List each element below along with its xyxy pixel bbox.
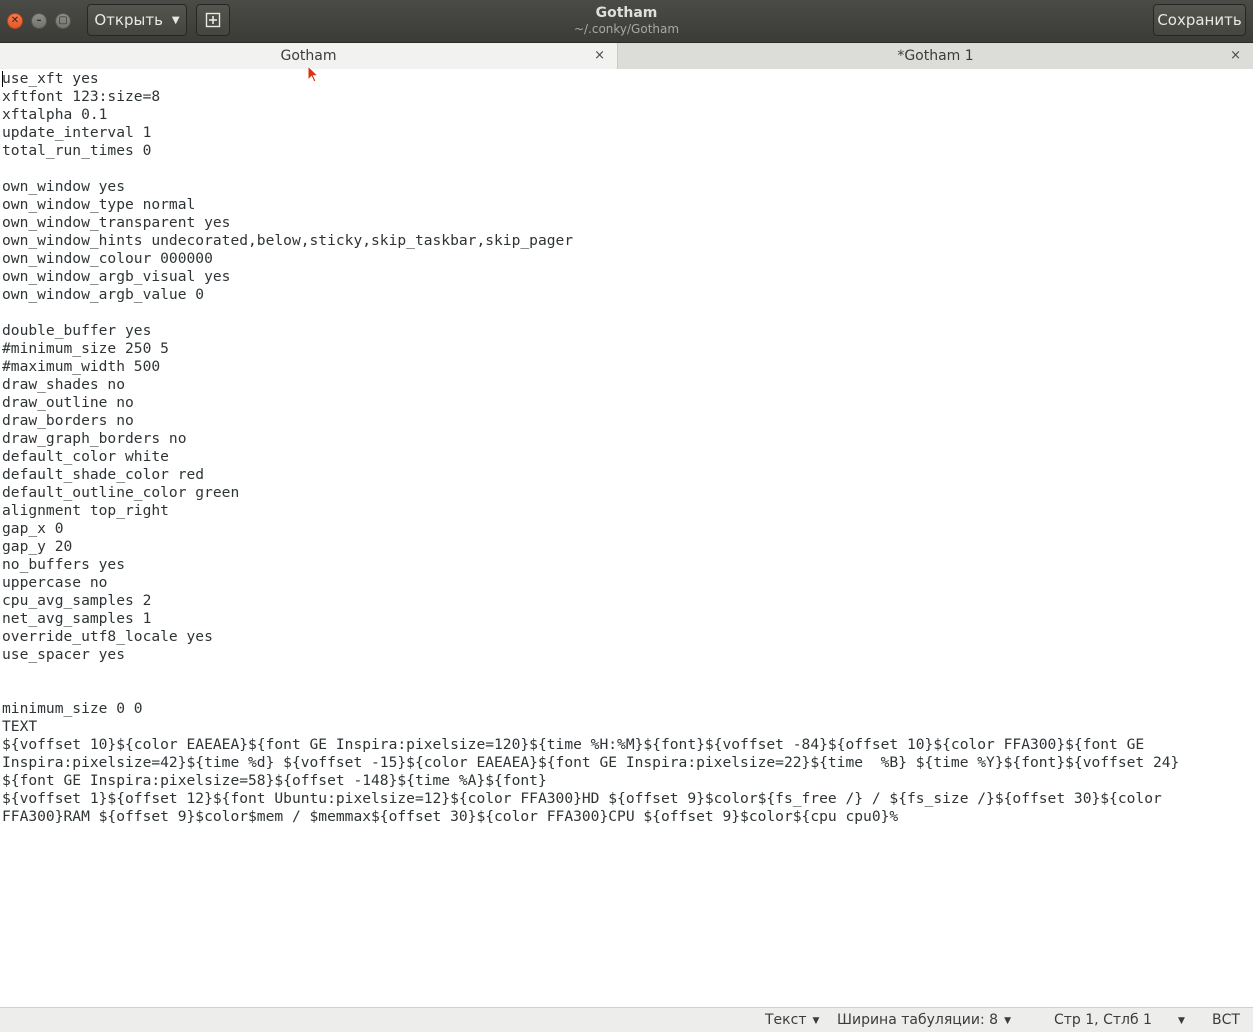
close-icon[interactable]: × (1230, 48, 1241, 63)
code-line[interactable]: override_utf8_locale yes (2, 628, 1179, 646)
chevron-down-icon: ▼ (812, 1016, 820, 1026)
chevron-down-icon: ▼ (1004, 1016, 1011, 1026)
code-line[interactable]: Inspira:pixelsize=42}${time %d} ${voffse… (2, 754, 1179, 772)
code-line[interactable]: update_interval 1 (2, 124, 1179, 142)
tab-width-label: Ширина табуляции: 8 (837, 1012, 999, 1028)
window-subtitle: ~/.conky/Gotham (573, 22, 680, 36)
code-line[interactable]: net_avg_samples 1 (2, 610, 1179, 628)
code-line[interactable]: xftfont 123:size=8 (2, 88, 1179, 106)
tab-label: *Gotham 1 (897, 48, 974, 64)
code-line[interactable]: default_outline_color green (2, 484, 1179, 502)
code-line[interactable]: use_xft yes (2, 70, 1179, 88)
code-line[interactable]: use_spacer yes (2, 646, 1179, 664)
language-selector[interactable]: Текст ▼ (765, 1012, 819, 1028)
tab-label: Gotham (280, 48, 337, 64)
code-line[interactable]: own_window_type normal (2, 196, 1179, 214)
code-line[interactable]: default_shade_color red (2, 466, 1179, 484)
code-line[interactable]: own_window_argb_visual yes (2, 268, 1179, 286)
code-line[interactable]: double_buffer yes (2, 322, 1179, 340)
code-line[interactable]: own_window_argb_value 0 (2, 286, 1179, 304)
code-line[interactable]: total_run_times 0 (2, 142, 1179, 160)
tab-width-selector[interactable]: Ширина табуляции: 8 ▼ (837, 1012, 1011, 1028)
text-editor[interactable]: use_xft yes xftfont 123:size=8 xftalpha 0.… (0, 69, 1253, 1007)
position-dropdown[interactable]: ▼ (1172, 1012, 1185, 1028)
tab-bar: Gotham × *Gotham 1 × (0, 43, 1253, 69)
chevron-down-icon: ▼ (1178, 1016, 1185, 1026)
code-line[interactable]: own_window yes (2, 178, 1179, 196)
text-cursor (2, 71, 3, 87)
code-line[interactable] (2, 304, 1179, 322)
code-line[interactable]: draw_borders no (2, 412, 1179, 430)
code-line[interactable]: own_window_hints undecorated,below,stick… (2, 232, 1179, 250)
code-line[interactable]: draw_shades no (2, 376, 1179, 394)
code-line[interactable]: own_window_colour 000000 (2, 250, 1179, 268)
insert-mode-label: ВСТ (1212, 1012, 1240, 1028)
code-line[interactable]: draw_graph_borders no (2, 430, 1179, 448)
language-label: Текст (765, 1012, 807, 1028)
editor-content[interactable]: use_xft yes xftfont 123:size=8 xftalpha 0.… (2, 70, 1179, 826)
code-line[interactable]: ${voffset 10}${color EAEAEA}${font GE In… (2, 736, 1179, 754)
code-line[interactable]: #maximum_width 500 (2, 358, 1179, 376)
code-line[interactable]: draw_outline no (2, 394, 1179, 412)
code-line[interactable]: FFA300}RAM ${offset 9}$color$mem / $memm… (2, 808, 1179, 826)
window-title: Gotham (595, 5, 658, 21)
insert-mode-indicator[interactable]: ВСТ (1212, 1012, 1240, 1028)
code-line[interactable] (2, 664, 1179, 682)
code-line[interactable]: TEXT (2, 718, 1179, 736)
status-bar: Текст ▼ Ширина табуляции: 8 ▼ Стр 1, Стлб … (0, 1007, 1253, 1032)
code-line[interactable]: cpu_avg_samples 2 (2, 592, 1179, 610)
title-bar: ✕ – ▢ Открыть ▼ Gotham ~/.conky/Gotham С… (0, 0, 1253, 43)
code-line[interactable]: default_color white (2, 448, 1179, 466)
code-line[interactable]: gap_x 0 (2, 520, 1179, 538)
cursor-position[interactable]: Стр 1, Стлб 1 (1054, 1012, 1152, 1028)
code-line[interactable]: minimum_size 0 0 (2, 700, 1179, 718)
code-line[interactable]: #minimum_size 250 5 (2, 340, 1179, 358)
save-button[interactable]: Сохранить (1153, 4, 1246, 36)
code-line[interactable]: ${font GE Inspira:pixelsize=58}${offset … (2, 772, 1179, 790)
code-line[interactable]: xftalpha 0.1 (2, 106, 1179, 124)
code-line[interactable]: uppercase no (2, 574, 1179, 592)
tab-gotham-1[interactable]: *Gotham 1 × (618, 43, 1253, 69)
code-line[interactable] (2, 682, 1179, 700)
code-line[interactable]: alignment top_right (2, 502, 1179, 520)
code-line[interactable] (2, 160, 1179, 178)
close-icon[interactable]: × (594, 48, 605, 63)
code-line[interactable]: ${voffset 1}${offset 12}${font Ubuntu:pi… (2, 790, 1179, 808)
code-line[interactable]: gap_y 20 (2, 538, 1179, 556)
cursor-position-label: Стр 1, Стлб 1 (1054, 1012, 1152, 1028)
mouse-pointer-icon (307, 65, 319, 83)
code-line[interactable]: no_buffers yes (2, 556, 1179, 574)
code-line[interactable]: own_window_transparent yes (2, 214, 1179, 232)
